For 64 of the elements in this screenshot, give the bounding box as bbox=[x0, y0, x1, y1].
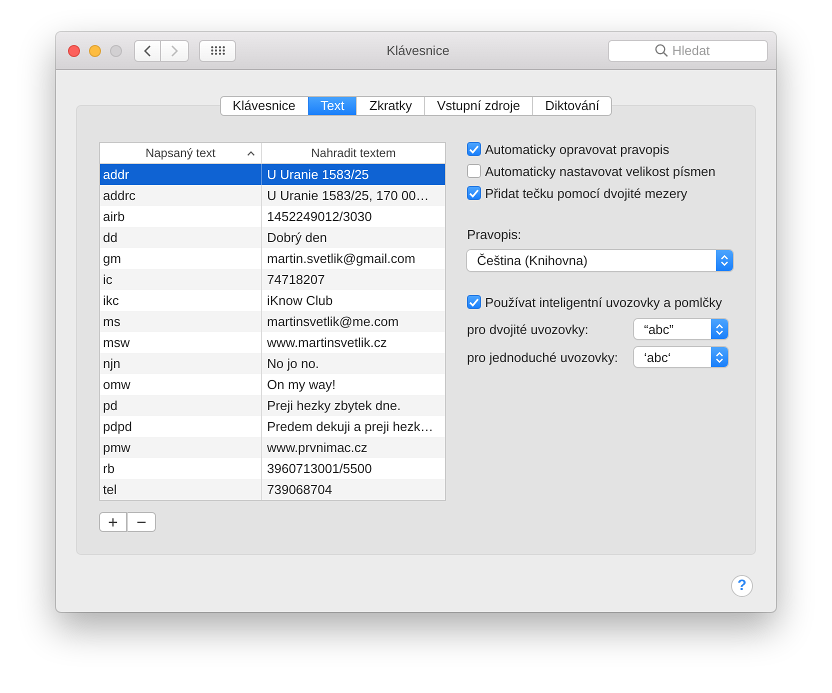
field-label: pro dvojité uvozovky: bbox=[467, 322, 590, 336]
table-cell-text: On my way! bbox=[266, 376, 337, 394]
table-cell-text: Preji hezky zbytek dne. bbox=[266, 397, 402, 415]
table-cell-text: 1452249012/3030 bbox=[266, 208, 373, 226]
sort-caret-icon bbox=[247, 150, 255, 156]
table-cell-text: No jo no. bbox=[266, 355, 320, 373]
section-label: Pravopis: bbox=[467, 226, 522, 244]
field-label: pro jednoduché uvozovky: bbox=[467, 350, 620, 364]
checkbox-label[interactable]: Automaticky nastavovat velikost písmen bbox=[485, 164, 716, 178]
table-row[interactable]: ms martinsvetlik@me.com bbox=[100, 311, 445, 332]
checkbox[interactable] bbox=[467, 164, 481, 178]
table-cell-text: martin.svetlik@gmail.com bbox=[266, 250, 416, 268]
column-header[interactable]: Napsaný text bbox=[100, 143, 262, 163]
table-row[interactable]: pmw www.prvnimac.cz bbox=[100, 437, 445, 458]
table-cell-text: martinsvetlik@me.com bbox=[266, 313, 400, 331]
table-row[interactable]: addrc U Uranie 1583/25, 170 00… bbox=[100, 185, 445, 206]
table-cell-text: www.prvnimac.cz bbox=[266, 439, 368, 457]
popup-button[interactable]: Čeština (Knihovna) bbox=[467, 250, 733, 271]
checkbox-label[interactable]: Používat inteligentní uvozovky a pomlčky bbox=[485, 294, 722, 310]
up-down-chevron-icon bbox=[711, 319, 728, 339]
checkbox-label[interactable]: Automaticky opravovat pravopis bbox=[485, 142, 670, 156]
up-down-chevron-icon bbox=[716, 250, 733, 271]
tab[interactable]: Vstupní zdroje bbox=[424, 97, 532, 115]
remove-button[interactable]: − bbox=[127, 512, 156, 532]
window-title: Klávesnice bbox=[386, 43, 450, 58]
table-row[interactable]: pd Preji hezky zbytek dne. bbox=[100, 395, 445, 416]
checkbox[interactable] bbox=[467, 142, 481, 156]
table-cell-text: Predem dekuji a preji hezk… bbox=[266, 418, 434, 436]
checkbox[interactable] bbox=[467, 295, 481, 309]
checkbox[interactable] bbox=[467, 186, 481, 200]
table-row[interactable]: njn No jo no. bbox=[100, 353, 445, 374]
close-button[interactable] bbox=[68, 44, 80, 56]
table-cell-text: iKnow Club bbox=[266, 292, 334, 310]
table-cell-text: U Uranie 1583/25 bbox=[266, 166, 370, 184]
table-cell: tel bbox=[100, 479, 262, 500]
table-cell-text: www.martinsvetlik.cz bbox=[266, 334, 388, 352]
table-cell-text: U Uranie 1583/25, 170 00… bbox=[266, 187, 430, 205]
checkbox-label[interactable]: Přidat tečku pomocí dvojité mezery bbox=[485, 186, 688, 200]
help-button[interactable]: ? bbox=[731, 575, 753, 597]
tab[interactable]: Klávesnice bbox=[220, 97, 308, 115]
chevron-right-icon bbox=[171, 44, 178, 56]
search-field[interactable]: Hledat bbox=[608, 40, 768, 62]
show-all-button[interactable] bbox=[199, 40, 236, 62]
table-cell-text: 3960713001/5500 bbox=[266, 460, 373, 478]
column-header[interactable]: Nahradit textem bbox=[262, 143, 445, 163]
checkmark-icon bbox=[469, 298, 479, 306]
table-cell-text: 739068704 bbox=[266, 481, 334, 499]
table-row[interactable]: ic 74718207 bbox=[100, 269, 445, 290]
popup-button[interactable]: “abc” bbox=[634, 319, 728, 339]
table-cell-text: Dobrý den bbox=[266, 229, 328, 247]
popup-button[interactable]: ‘abc‘ bbox=[634, 347, 728, 367]
chevron-left-icon bbox=[144, 44, 151, 56]
search-icon bbox=[655, 44, 668, 56]
tab[interactable]: Zkratky bbox=[356, 97, 424, 115]
add-button[interactable]: + bbox=[99, 512, 127, 532]
back-button[interactable] bbox=[134, 40, 161, 62]
table-row[interactable]: dd Dobrý den bbox=[100, 227, 445, 248]
table-row[interactable]: tel 739068704 bbox=[100, 479, 445, 500]
checkmark-icon bbox=[469, 188, 479, 198]
grid-icon bbox=[210, 46, 224, 55]
up-down-chevron-icon bbox=[711, 347, 728, 367]
table-cell-text: 74718207 bbox=[266, 271, 326, 289]
checkmark-icon bbox=[469, 144, 479, 154]
table-row[interactable]: addr U Uranie 1583/25 bbox=[100, 164, 445, 185]
